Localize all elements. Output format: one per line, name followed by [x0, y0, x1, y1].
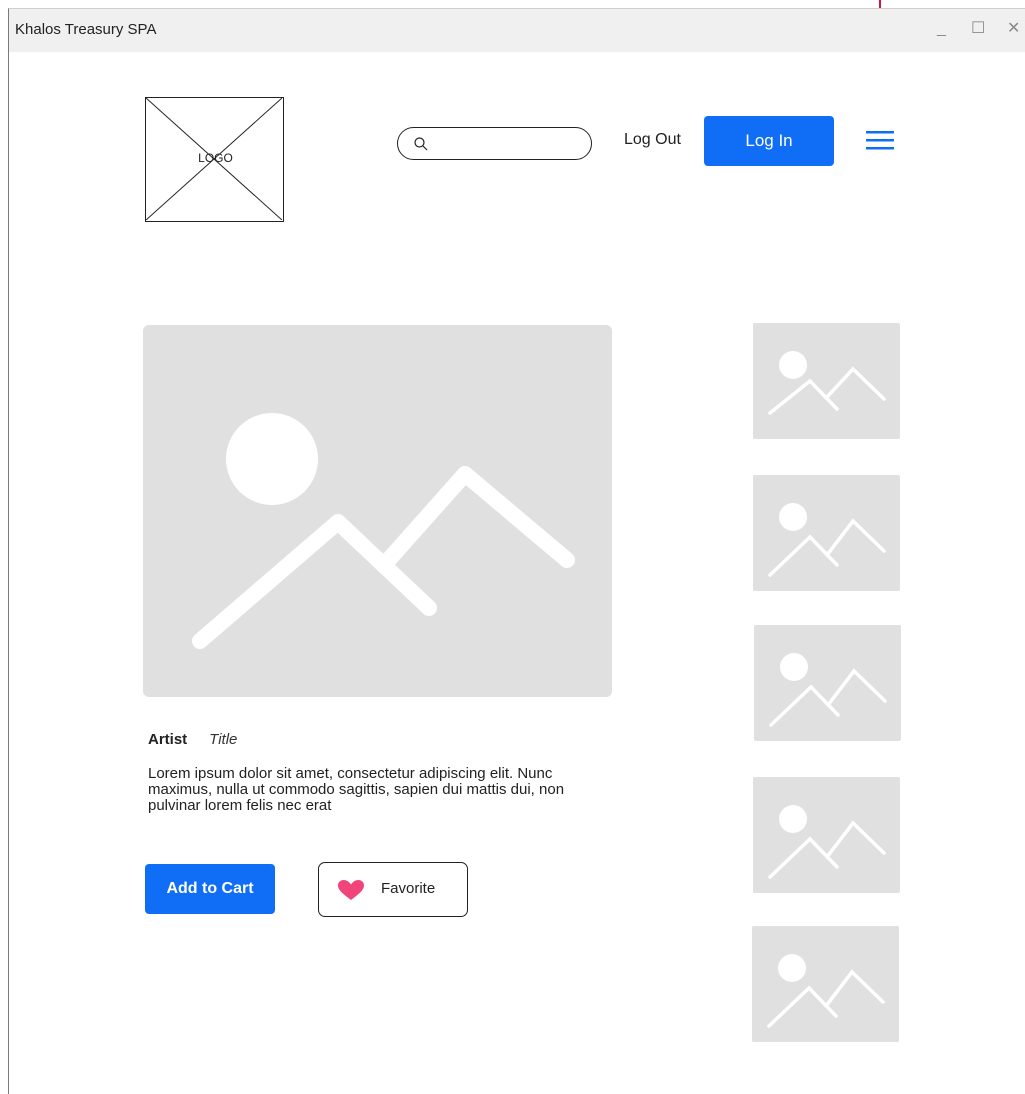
thumbnail-image[interactable]: [753, 323, 900, 439]
hamburger-menu-icon[interactable]: [866, 131, 894, 151]
logo-text: LOGO: [198, 151, 233, 165]
image-placeholder-icon: [767, 954, 885, 1028]
login-button[interactable]: Log In: [704, 116, 834, 166]
title-bar: Khalos Treasury SPA _ ☐ ✕: [9, 9, 1025, 52]
image-placeholder-icon: [768, 805, 886, 879]
artwork-title: Title: [209, 731, 238, 748]
main-image-placeholder: [143, 325, 612, 697]
artwork-description: Lorem ipsum dolor sit amet, consectetur …: [148, 765, 565, 814]
favorite-button[interactable]: Favorite: [318, 862, 468, 917]
image-placeholder-icon: [768, 351, 886, 415]
thumbnail-image[interactable]: [752, 926, 899, 1042]
minimize-button[interactable]: _: [937, 19, 946, 39]
add-to-cart-button[interactable]: Add to Cart: [145, 864, 275, 914]
logout-link[interactable]: Log Out: [624, 131, 681, 149]
artist-name: Artist: [148, 731, 188, 748]
thumbnail-image[interactable]: [754, 625, 901, 741]
search-icon: [414, 137, 428, 151]
app-title: Khalos Treasury SPA: [15, 21, 157, 38]
image-placeholder-icon: [192, 413, 575, 649]
image-placeholder-icon: [769, 653, 887, 727]
close-button[interactable]: ✕: [1007, 19, 1020, 39]
artwork-meta: Artist Title: [148, 731, 237, 748]
maximize-button[interactable]: ☐: [971, 19, 985, 39]
thumbnail-image[interactable]: [753, 777, 900, 893]
image-placeholder-icon: [768, 503, 886, 577]
search-input[interactable]: [436, 130, 586, 157]
favorite-label: Favorite: [381, 880, 436, 897]
logo-placeholder[interactable]: LOGO: [145, 97, 284, 222]
heart-icon: [338, 880, 364, 900]
thumbnail-image[interactable]: [753, 475, 900, 591]
